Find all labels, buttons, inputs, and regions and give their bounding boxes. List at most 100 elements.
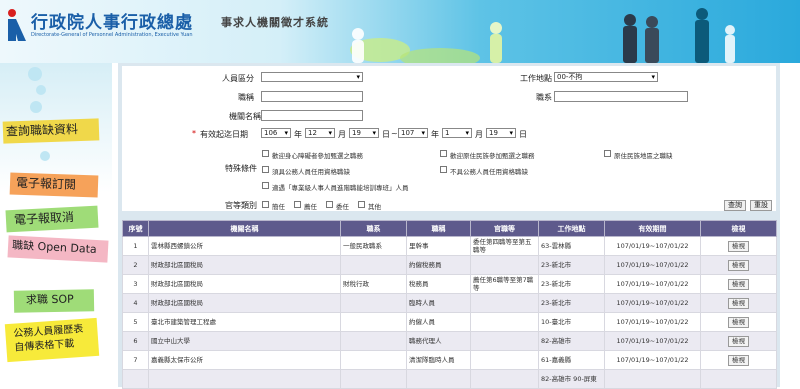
row-period bbox=[604, 369, 701, 389]
end-year-unit: 年 bbox=[431, 130, 439, 139]
column-header-title[interactable]: 職稱 bbox=[406, 220, 471, 237]
start-year-unit: 年 bbox=[294, 130, 302, 139]
view-button[interactable]: 檢視 bbox=[728, 278, 749, 290]
start-day-select[interactable]: 19 bbox=[349, 128, 379, 138]
row-agency: 臺北市建築管理工程處 bbox=[148, 312, 341, 332]
row-title: 約僱人員 bbox=[406, 312, 471, 332]
column-header-rank[interactable]: 官職等 bbox=[470, 220, 539, 237]
row-rank bbox=[470, 369, 539, 389]
row-view-cell bbox=[700, 369, 777, 389]
end-day-select[interactable]: 19 bbox=[486, 128, 516, 138]
special-option-checkbox[interactable] bbox=[262, 182, 269, 189]
special-option-checkbox[interactable] bbox=[262, 166, 269, 173]
row-period: 107/01/19~107/01/22 bbox=[604, 293, 701, 313]
start-month-select[interactable]: 12 bbox=[305, 128, 335, 138]
end-day-unit: 日 bbox=[519, 130, 527, 139]
special-option-label: 須具公務人員任用資格職缺 bbox=[272, 168, 350, 176]
row-number bbox=[122, 369, 149, 389]
row-agency: 國立中山大學 bbox=[148, 331, 341, 351]
job-title-label: 職稱 bbox=[238, 93, 254, 102]
nav-subscribe-newsletter[interactable]: 電子報訂閱 bbox=[9, 172, 99, 198]
row-agency: 財政部北區國稅局 bbox=[148, 274, 341, 294]
end-month-select[interactable]: 1 bbox=[442, 128, 472, 138]
table-row: 3 財政部北區國稅局 財稅行政 稅務員 薦任第6職等至第7職等 23-新北市 107/01/… bbox=[122, 274, 777, 294]
row-location: 10-臺北市 bbox=[538, 312, 605, 332]
row-location: 82-高雄市 90-屏東 bbox=[538, 369, 605, 389]
row-title: 臨時人員 bbox=[406, 293, 471, 313]
row-series bbox=[340, 350, 407, 370]
end-year-select[interactable]: 107 bbox=[398, 128, 428, 138]
row-series bbox=[340, 312, 407, 332]
search-form: 人員區分 工作地點 00-不拘 職稱 職系 機關名稱 * 有效起迄日期 106 … bbox=[122, 66, 776, 211]
rank-category-label: 官等類別 bbox=[225, 201, 257, 210]
rank-option-label: 其他 bbox=[368, 203, 381, 211]
view-button[interactable]: 檢視 bbox=[728, 240, 749, 252]
table-header-row: 序號 機關名稱 職系 職稱 官職等 工作地點 有效期間 檢視 bbox=[122, 220, 777, 237]
agency-name-input[interactable] bbox=[261, 110, 363, 121]
nav-query-jobs[interactable]: 查詢職缺資料 bbox=[2, 118, 100, 144]
special-option-checkbox[interactable] bbox=[604, 150, 611, 157]
rank-option-checkbox[interactable] bbox=[358, 201, 365, 208]
special-option-checkbox[interactable] bbox=[440, 166, 447, 173]
row-rank: 委任第四職等至第五職等 bbox=[470, 236, 539, 256]
table-row: 2 財政部北區國稅局 約僱稅務員 23-新北市 107/01/19~107/01/22 檢… bbox=[122, 255, 777, 275]
view-button[interactable]: 檢視 bbox=[728, 297, 749, 309]
table-row: 6 國立中山大學 職務代理人 82-高雄市 107/01/19~107/01/22 檢視 bbox=[122, 331, 777, 351]
row-view-cell: 檢視 bbox=[700, 312, 777, 332]
column-header-location[interactable]: 工作地點 bbox=[538, 220, 605, 237]
row-rank bbox=[470, 312, 539, 332]
row-period: 107/01/19~107/01/22 bbox=[604, 274, 701, 294]
row-period: 107/01/19~107/01/22 bbox=[604, 312, 701, 332]
column-header-series[interactable]: 職系 bbox=[340, 220, 407, 237]
special-option-label: 不具公務人員任用資格職缺 bbox=[450, 168, 528, 176]
rank-option-checkbox[interactable] bbox=[326, 201, 333, 208]
end-month-unit: 月 bbox=[475, 130, 483, 139]
nav-decoration bbox=[40, 151, 50, 161]
personnel-category-select[interactable] bbox=[261, 72, 363, 82]
rank-option-checkbox[interactable] bbox=[294, 201, 301, 208]
reset-button[interactable]: 重設 bbox=[750, 200, 772, 211]
table-row: 7 嘉義縣太保市公所 清潔隊臨時人員 61-嘉義縣 107/01/19~107/01/2… bbox=[122, 350, 777, 370]
rank-option-checkbox[interactable] bbox=[262, 201, 269, 208]
date-range-tilde: ~ bbox=[391, 129, 398, 138]
start-month-unit: 月 bbox=[338, 130, 346, 139]
special-option-checkbox[interactable] bbox=[262, 150, 269, 157]
special-option-checkbox[interactable] bbox=[440, 150, 447, 157]
main-content: 人員區分 工作地點 00-不拘 職稱 職系 機關名稱 * 有效起迄日期 106 … bbox=[118, 63, 780, 389]
special-option-label: 原住民族地區之職缺 bbox=[614, 152, 673, 160]
row-title: 約僱稅務員 bbox=[406, 255, 471, 275]
nav-decoration bbox=[36, 85, 46, 95]
nav-cancel-newsletter[interactable]: 電子報取消 bbox=[5, 205, 99, 233]
view-button[interactable]: 檢視 bbox=[728, 259, 749, 271]
view-button[interactable]: 檢視 bbox=[728, 335, 749, 347]
nav-job-sop[interactable]: 求職 SOP bbox=[13, 289, 95, 313]
personnel-category-label: 人員區分 bbox=[222, 74, 254, 83]
search-button[interactable]: 查詢 bbox=[724, 200, 746, 211]
row-series bbox=[340, 369, 407, 389]
nav-open-data[interactable]: 職缺 Open Data bbox=[7, 235, 109, 263]
job-title-input[interactable] bbox=[261, 91, 363, 102]
row-number: 5 bbox=[122, 312, 149, 332]
column-header-agency[interactable]: 機關名稱 bbox=[148, 220, 341, 237]
start-year-select[interactable]: 106 bbox=[261, 128, 291, 138]
nav-decoration bbox=[30, 101, 42, 113]
job-series-input[interactable] bbox=[554, 91, 688, 102]
row-number: 1 bbox=[122, 236, 149, 256]
header-people-illustration bbox=[350, 8, 735, 63]
row-number: 2 bbox=[122, 255, 149, 275]
row-period: 107/01/19~107/01/22 bbox=[604, 331, 701, 351]
column-header-no[interactable]: 序號 bbox=[122, 220, 149, 237]
job-series-label: 職系 bbox=[536, 93, 552, 102]
table-row: 1 雲林縣西螺鎮公所 一般民政職系 里幹事 委任第四職等至第五職等 63-雲林縣 107/0… bbox=[122, 236, 777, 256]
row-location: 63-雲林縣 bbox=[538, 236, 605, 256]
column-header-period[interactable]: 有效期間 bbox=[604, 220, 701, 237]
row-agency: 嘉義縣太保市公所 bbox=[148, 350, 341, 370]
row-rank bbox=[470, 255, 539, 275]
view-button[interactable]: 檢視 bbox=[728, 316, 749, 328]
work-location-select[interactable]: 00-不拘 bbox=[554, 72, 658, 82]
nav-resume-download[interactable]: 公務人員履歷表 自傳表格下載 bbox=[4, 317, 100, 363]
nav-decoration bbox=[28, 67, 42, 81]
view-button[interactable]: 檢視 bbox=[728, 354, 749, 366]
org-title[interactable]: 行政院人事行政總處 bbox=[31, 8, 193, 33]
row-rank bbox=[470, 331, 539, 351]
